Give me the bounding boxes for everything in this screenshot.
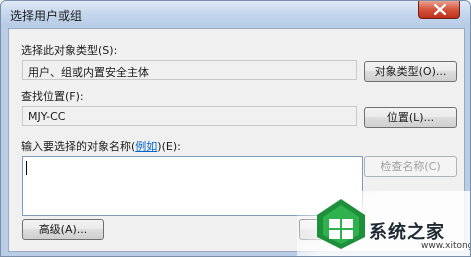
object-names-label-prefix: 输入要选择的对象名称( bbox=[21, 140, 136, 153]
close-button[interactable] bbox=[418, 1, 460, 19]
location-field: MJY-CC bbox=[22, 106, 357, 126]
title-bar[interactable]: 选择用户或组 bbox=[1, 1, 470, 27]
window-title: 选择用户或组 bbox=[10, 9, 83, 23]
object-names-label-suffix: )(E): bbox=[157, 140, 181, 153]
select-users-groups-dialog: 选择用户或组 选择此对象类型(S): 用户、组或内置安全主体 对象类型(O)..… bbox=[0, 0, 471, 257]
object-type-label: 选择此对象类型(S): bbox=[21, 44, 118, 57]
object-type-field: 用户、组或内置安全主体 bbox=[22, 60, 357, 80]
examples-link[interactable]: 例如 bbox=[135, 140, 157, 153]
close-icon bbox=[434, 4, 446, 15]
watermark-url: www.xitongzhijia.net bbox=[421, 241, 471, 251]
check-names-button[interactable]: 检查名称(C) bbox=[364, 156, 457, 177]
advanced-button[interactable]: 高级(A)... bbox=[22, 219, 104, 240]
watermark: 系统之家 www.xitongzhijia.net bbox=[297, 191, 471, 256]
object-types-button[interactable]: 对象类型(O)... bbox=[364, 61, 457, 82]
text-caret bbox=[26, 161, 27, 175]
location-label: 查找位置(F): bbox=[21, 90, 84, 103]
object-names-label: 输入要选择的对象名称(例如)(E): bbox=[21, 138, 181, 154]
xitong-logo-icon bbox=[317, 199, 365, 249]
locations-button[interactable]: 位置(L)... bbox=[364, 107, 457, 128]
